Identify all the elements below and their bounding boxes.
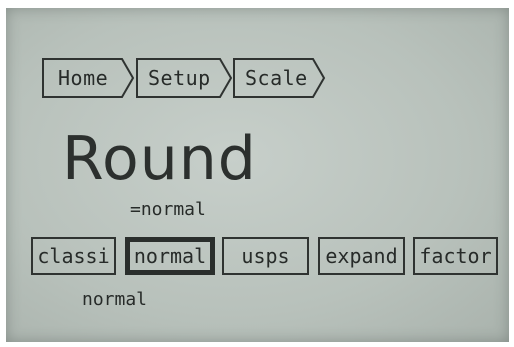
breadcrumb-label-home: Home bbox=[58, 66, 109, 90]
option-button-factor[interactable]: factor bbox=[413, 237, 498, 275]
breadcrumb-label-scale: Scale bbox=[245, 66, 308, 90]
status-text: normal bbox=[82, 289, 148, 310]
option-button-classi[interactable]: classi bbox=[31, 237, 116, 275]
page-title: Round bbox=[62, 124, 257, 194]
option-button-usps[interactable]: usps bbox=[222, 237, 309, 275]
option-button-normal[interactable]: normal bbox=[125, 237, 215, 275]
breadcrumb-label-setup: Setup bbox=[148, 66, 211, 90]
breadcrumb-item-setup[interactable]: Setup bbox=[136, 58, 233, 98]
option-button-expand[interactable]: expand bbox=[318, 237, 405, 275]
breadcrumb-item-scale[interactable]: Scale bbox=[233, 58, 326, 98]
current-value: =normal bbox=[130, 199, 206, 220]
breadcrumb-item-home[interactable]: Home bbox=[42, 58, 135, 98]
